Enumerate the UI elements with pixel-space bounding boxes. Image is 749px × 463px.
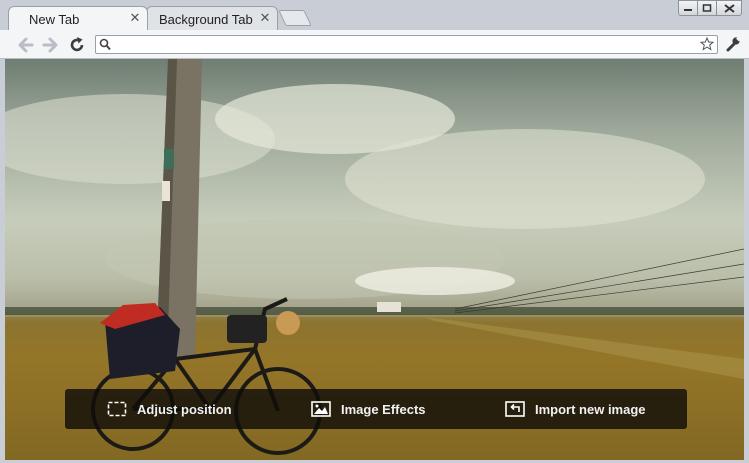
minimize-button[interactable] — [678, 0, 698, 16]
search-icon — [99, 38, 111, 51]
crop-frame-icon — [107, 401, 127, 417]
browser-window: New Tab ✕ Background Tab ✕ Adjust positi… — [0, 0, 749, 463]
back-arrow-icon[interactable] — [16, 35, 36, 55]
address-input[interactable] — [114, 36, 694, 53]
image-effects-label: Image Effects — [341, 401, 426, 417]
wrench-icon[interactable] — [725, 36, 741, 52]
import-new-image-button[interactable]: Import new image — [505, 389, 646, 429]
close-window-icon — [724, 4, 735, 13]
image-icon — [311, 401, 331, 417]
minimize-icon — [684, 9, 692, 11]
close-window-button[interactable] — [716, 0, 742, 16]
adjust-position-label: Adjust position — [137, 401, 232, 417]
close-icon[interactable]: ✕ — [129, 11, 141, 25]
star-icon[interactable] — [700, 37, 714, 51]
maximize-button[interactable] — [697, 0, 717, 16]
tab-label: Background Tab — [159, 12, 253, 27]
toolbar — [0, 30, 749, 59]
adjust-position-button[interactable]: Adjust position — [107, 389, 232, 429]
image-effects-button[interactable]: Image Effects — [311, 389, 426, 429]
reload-icon[interactable] — [67, 35, 87, 55]
omnibox[interactable] — [95, 35, 718, 54]
tab-background-tab[interactable]: Background Tab ✕ — [146, 6, 278, 30]
close-icon[interactable]: ✕ — [259, 11, 271, 25]
import-icon — [505, 401, 525, 417]
tab-new-tab[interactable]: New Tab ✕ — [8, 6, 148, 30]
background-edit-bar: Adjust position Image Effects Import new… — [65, 389, 687, 429]
import-new-image-label: Import new image — [535, 401, 646, 417]
forward-arrow-icon[interactable] — [40, 35, 60, 55]
new-tab-background-image: Adjust position Image Effects Import new… — [5, 59, 744, 460]
maximize-icon — [702, 4, 712, 12]
new-tab-button[interactable] — [278, 10, 312, 26]
tab-strip: New Tab ✕ Background Tab ✕ — [0, 0, 749, 30]
tab-label: New Tab — [29, 12, 80, 27]
